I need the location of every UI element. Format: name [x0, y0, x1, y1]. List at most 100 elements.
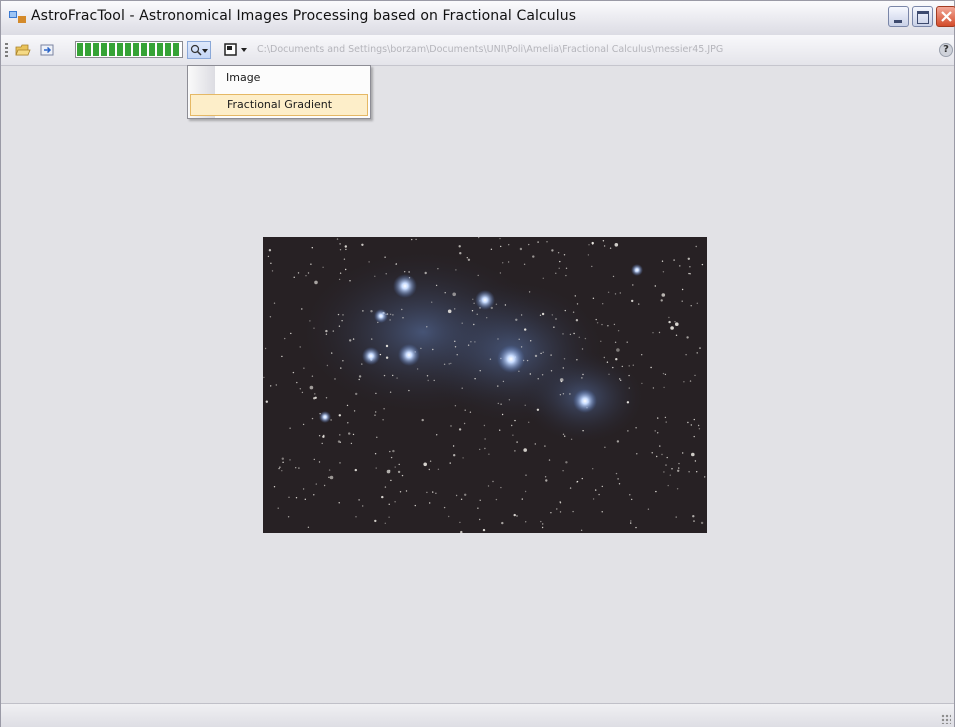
star — [582, 430, 584, 432]
resize-grip[interactable] — [941, 714, 951, 724]
star — [609, 247, 612, 249]
star — [528, 291, 531, 293]
star — [562, 433, 565, 435]
star — [263, 376, 265, 379]
view-mode-dropdown-button[interactable] — [223, 41, 249, 59]
star — [345, 248, 347, 251]
star — [669, 474, 671, 476]
star — [452, 292, 456, 297]
star — [302, 423, 305, 426]
star — [665, 421, 667, 423]
star — [474, 378, 476, 380]
star — [401, 474, 404, 477]
star — [570, 438, 573, 440]
star — [673, 259, 675, 261]
star — [688, 272, 690, 275]
star — [388, 516, 390, 518]
status-bar — [1, 703, 954, 727]
star — [389, 313, 392, 315]
maximize-button[interactable] — [912, 6, 933, 27]
star — [607, 291, 610, 293]
star — [632, 364, 634, 366]
star — [397, 470, 401, 474]
star — [670, 326, 674, 330]
star — [281, 470, 283, 472]
zoom-dropdown-button[interactable] — [187, 41, 211, 59]
star — [615, 472, 618, 475]
star — [681, 288, 684, 291]
star — [332, 330, 334, 332]
star — [408, 271, 410, 273]
star — [582, 373, 584, 376]
star — [530, 340, 532, 342]
star — [668, 320, 671, 324]
star — [486, 317, 488, 319]
star — [550, 512, 552, 514]
star — [288, 496, 290, 498]
star — [555, 272, 557, 274]
star — [658, 331, 661, 334]
star — [281, 355, 283, 358]
star — [427, 379, 429, 382]
star — [562, 367, 564, 369]
star — [375, 467, 377, 469]
star — [551, 314, 553, 316]
star — [545, 479, 548, 482]
minimize-button[interactable] — [888, 6, 909, 27]
star — [499, 429, 501, 431]
star — [464, 409, 466, 411]
star — [701, 263, 704, 266]
star — [361, 243, 364, 246]
star — [474, 341, 476, 343]
star — [575, 319, 579, 322]
open-folder-icon[interactable] — [15, 42, 31, 58]
star — [661, 293, 666, 297]
star — [352, 433, 355, 436]
star — [667, 484, 669, 487]
star — [469, 411, 472, 413]
star — [628, 387, 630, 389]
star — [392, 374, 394, 377]
star — [282, 461, 284, 463]
export-icon[interactable] — [39, 42, 55, 58]
maximize-icon — [917, 11, 929, 24]
star — [696, 352, 698, 354]
dropdown-menu: Image Fractional Gradient — [187, 65, 371, 119]
star — [632, 284, 634, 286]
star — [511, 424, 513, 427]
help-icon[interactable]: ? — [939, 43, 953, 57]
title-bar[interactable]: AstroFracTool - Astronomical Images Proc… — [1, 1, 955, 35]
star — [339, 272, 342, 274]
star — [526, 359, 529, 362]
toolbar-grip[interactable] — [5, 43, 8, 57]
menu-item-image[interactable]: Image — [190, 68, 368, 90]
star — [428, 468, 430, 471]
star — [691, 452, 695, 457]
star — [460, 498, 463, 500]
star — [628, 365, 630, 367]
star — [482, 528, 486, 532]
star — [696, 471, 698, 473]
star — [502, 380, 505, 383]
star — [700, 521, 704, 525]
star — [395, 263, 397, 265]
minimize-icon — [894, 20, 902, 23]
star — [374, 414, 376, 416]
star — [345, 268, 347, 271]
star — [631, 299, 634, 303]
star — [433, 379, 435, 382]
star — [289, 459, 291, 461]
menu-item-fractional-gradient[interactable]: Fractional Gradient — [190, 94, 368, 116]
star — [524, 328, 527, 331]
star — [499, 272, 502, 274]
close-button[interactable] — [936, 6, 955, 27]
star — [384, 522, 386, 524]
star — [358, 375, 362, 378]
star — [685, 354, 687, 356]
star — [596, 322, 599, 324]
star — [501, 413, 504, 416]
star — [411, 238, 413, 241]
star — [370, 310, 373, 313]
star — [389, 450, 391, 453]
star — [603, 245, 606, 247]
